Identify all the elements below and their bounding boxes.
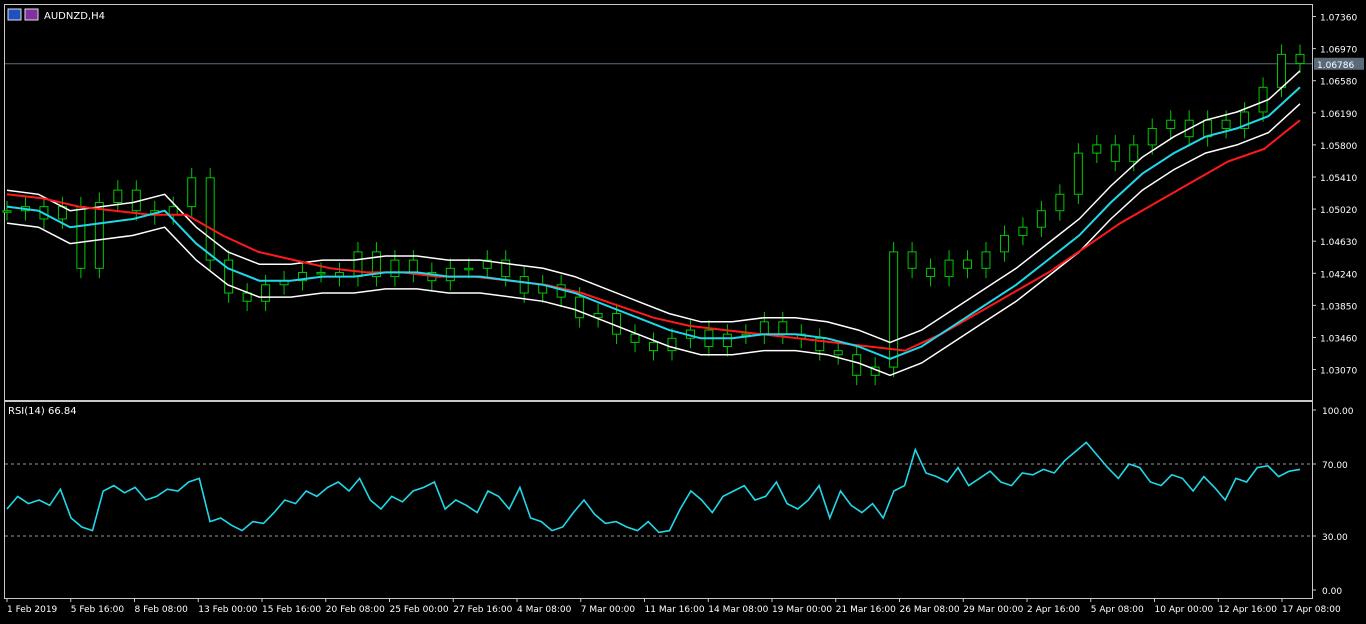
time-tick-label: 26 Mar 08:00 — [900, 605, 960, 615]
candle-body — [1295, 53, 1305, 64]
candle-body — [353, 251, 363, 278]
price-tick-label: 1.05020 — [1320, 206, 1357, 216]
candle-body — [999, 234, 1009, 253]
time-tick-label: 29 Mar 00:00 — [963, 605, 1023, 615]
candle-body — [667, 337, 677, 352]
chart-window-icon-alt — [24, 8, 39, 21]
candle-body — [1129, 144, 1139, 162]
candle-body — [630, 333, 640, 343]
candle-body — [261, 284, 271, 302]
candle-body — [205, 177, 215, 261]
candle-body — [168, 206, 178, 216]
time-tick-label: 13 Feb 00:00 — [198, 605, 257, 615]
time-tick-label: 1 Feb 2019 — [7, 605, 58, 615]
time-tick-label: 19 Mar 00:00 — [772, 605, 832, 615]
rsi-panel-frame — [4, 401, 1313, 599]
price-tick-label: 1.03460 — [1320, 334, 1357, 344]
candle-body — [759, 321, 769, 335]
candle-body — [316, 271, 326, 275]
candle-body — [649, 341, 658, 352]
rsi-tick-label: 70.00 — [1322, 461, 1348, 471]
candle-body — [76, 206, 86, 269]
chart-symbol-label: AUDNZD,H4 — [44, 11, 105, 22]
price-tick-label: 1.06970 — [1320, 46, 1357, 56]
time-tick-label: 27 Feb 16:00 — [453, 605, 512, 615]
price-tick-label: 1.03070 — [1320, 367, 1357, 377]
candle-body — [963, 259, 973, 269]
candle-body — [852, 354, 862, 376]
candle-body — [2, 210, 12, 213]
candle-body — [833, 350, 843, 356]
trading-chart-window[interactable]: 1.07360 1.06970 1.06580 1.06190 1.05800 1.054… — [0, 0, 1366, 620]
price-tick-label: 1.06580 — [1320, 78, 1357, 88]
candle-body — [1221, 119, 1231, 129]
time-tick-label: 7 Mar 00:00 — [581, 605, 636, 615]
candle-body — [1073, 152, 1083, 195]
time-tick-label: 15 Feb 16:00 — [262, 605, 321, 615]
price-tick-label: 1.05410 — [1320, 174, 1357, 184]
rsi-indicator-label: RSI(14) 66.84 — [8, 406, 77, 417]
time-tick-label: 21 Mar 16:00 — [836, 605, 896, 615]
price-tick-label: 1.05800 — [1320, 142, 1357, 152]
time-tick-label: 25 Feb 00:00 — [390, 605, 449, 615]
candle-body — [1055, 193, 1065, 212]
price-tick-label: 1.04630 — [1320, 238, 1357, 248]
time-tick-label: 17 Apr 08:00 — [1282, 605, 1341, 615]
time-tick-label: 8 Feb 08:00 — [135, 605, 189, 615]
candle-body — [1166, 119, 1176, 129]
price-tick-label: 1.06190 — [1320, 110, 1357, 120]
candle-body — [907, 251, 917, 269]
price-tick-label: 1.07360 — [1320, 14, 1357, 24]
rsi-tick-label: 30.00 — [1322, 533, 1348, 543]
candle-body — [464, 267, 474, 271]
candle-body — [1018, 226, 1028, 236]
candle-body — [1147, 127, 1157, 146]
candle-body — [926, 267, 936, 278]
time-tick-label: 4 Mar 08:00 — [517, 605, 572, 615]
candle-body — [445, 267, 455, 282]
candle-body — [113, 189, 123, 203]
candle-body — [575, 296, 585, 319]
time-tick-label: 11 Mar 16:00 — [645, 605, 705, 615]
time-tick-label: 2 Apr 16:00 — [1027, 605, 1080, 615]
candle-body — [1036, 210, 1046, 228]
candle-body — [519, 276, 529, 294]
chart-canvas[interactable]: 1.07360 1.06970 1.06580 1.06190 1.05800 1.054… — [0, 0, 1366, 620]
time-tick-label: 20 Feb 08:00 — [326, 605, 385, 615]
price-tick-label: 1.04240 — [1320, 270, 1357, 280]
candle-body — [1092, 144, 1102, 154]
candle-body — [390, 259, 400, 278]
candle-body — [1277, 53, 1287, 88]
candle-body — [94, 202, 104, 269]
candle-body — [722, 333, 732, 348]
candle-body — [1203, 119, 1213, 138]
time-tick-label: 12 Apr 16:00 — [1218, 605, 1277, 615]
time-tick-label: 5 Apr 08:00 — [1091, 605, 1144, 615]
candle-body — [242, 292, 252, 302]
candle-body — [187, 177, 197, 208]
candle-body — [1258, 86, 1268, 113]
candle-body — [1110, 144, 1120, 162]
price-tick-label: 1.03850 — [1320, 302, 1357, 312]
candle-body — [981, 251, 991, 269]
rsi-tick-label: 100.00 — [1322, 407, 1354, 417]
rsi-tick-label: 0.00 — [1322, 587, 1342, 597]
time-tick-label: 10 Apr 00:00 — [1155, 605, 1214, 615]
chart-window-icon — [7, 8, 22, 21]
candle-body — [944, 259, 954, 278]
candle-body — [224, 259, 234, 294]
candle-body — [612, 313, 622, 335]
time-tick-label: 14 Mar 08:00 — [708, 605, 768, 615]
candle-body — [408, 259, 418, 273]
time-tick-label: 5 Feb 16:00 — [71, 605, 125, 615]
candle-body — [778, 321, 788, 335]
current-price-label: 1.06786 — [1317, 61, 1354, 71]
